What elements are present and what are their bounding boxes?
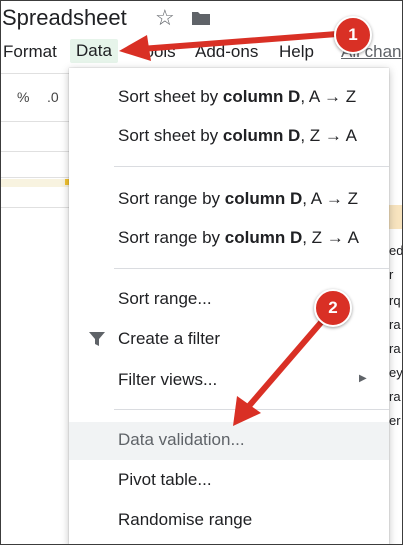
star-icon[interactable]: ☆ [155, 7, 175, 29]
menu-item-label: , Z → A [302, 228, 359, 247]
menu-tools[interactable]: Tools [136, 42, 176, 62]
menu-addons[interactable]: Add-ons [195, 42, 258, 62]
menu-separator [114, 409, 389, 410]
toolbar: % .0 [1, 79, 71, 119]
table-cell[interactable]: ra [389, 341, 401, 356]
menu-item-label: Sort range by [118, 228, 225, 247]
menu-item-label: , A → Z [302, 189, 358, 208]
annotation-badge-1: 1 [334, 16, 372, 54]
menu-item-label-bold: column D [222, 87, 301, 106]
menu-format[interactable]: Format [3, 42, 57, 62]
table-cell[interactable]: ra [389, 317, 401, 332]
menu-item-label-bold: column D [222, 126, 301, 145]
table-cell[interactable]: r [389, 267, 393, 282]
menu-item-sort-sheet-za[interactable]: Sort sheet by column D, Z → A [69, 118, 389, 154]
table-cell[interactable]: ed [389, 243, 402, 258]
percent-format-button[interactable]: % [17, 89, 29, 105]
app-window: Spreadsheet ☆ Format Data Tools Add-ons … [0, 0, 403, 545]
divider [1, 207, 71, 208]
annotation-badge-2: 2 [314, 289, 352, 327]
menu-item-label: Filter views... [118, 370, 218, 389]
folder-icon[interactable] [191, 10, 211, 26]
divider [1, 121, 71, 122]
divider [1, 151, 71, 152]
menu-item-label-bold: column D [224, 189, 303, 208]
menu-help[interactable]: Help [279, 42, 314, 62]
menu-item-filter-views[interactable]: Filter views... ▶ [69, 362, 389, 398]
column-header-cell[interactable] [387, 205, 402, 229]
table-cell[interactable]: ra [389, 389, 401, 404]
menu-item-label: Randomise range [118, 510, 253, 529]
divider [1, 73, 71, 74]
decimal-format-button[interactable]: .0 [47, 89, 59, 105]
menu-item-label: Pivot table... [118, 470, 212, 489]
menu-item-sort-range-za[interactable]: Sort range by column D, Z → A [69, 220, 389, 256]
selected-row-band [1, 179, 71, 187]
table-cell[interactable]: ey [389, 365, 402, 380]
filter-icon [89, 332, 105, 346]
menu-data[interactable]: Data [70, 39, 118, 63]
table-cell[interactable]: er [389, 413, 401, 428]
menu-item-randomise-range[interactable]: Randomise range [69, 502, 389, 538]
menu-item-label: Sort range... [118, 289, 212, 308]
menu-item-label: Sort range by [118, 189, 225, 208]
table-cell[interactable]: rq [389, 293, 401, 308]
menu-item-label: , A → Z [300, 87, 357, 106]
menu-item-label: Data validation... [118, 430, 245, 449]
menu-item-data-validation[interactable]: Data validation... [69, 422, 389, 460]
menu-item-label: Create a filter [118, 329, 221, 348]
document-title[interactable]: Spreadsheet [2, 5, 127, 31]
menu-separator [114, 268, 389, 269]
menu-item-create-filter[interactable]: Create a filter [69, 321, 389, 357]
menu-item-sort-range-az[interactable]: Sort range by column D, A → Z [69, 181, 389, 217]
menu-item-label: , Z → A [300, 126, 358, 145]
menu-item-pivot-table[interactable]: Pivot table... [69, 462, 389, 498]
divider [1, 177, 71, 178]
menu-separator [114, 166, 389, 167]
menu-item-label: Sort sheet by [118, 126, 223, 145]
menu-item-label-bold: column D [224, 228, 303, 247]
menu-item-sort-sheet-az[interactable]: Sort sheet by column D, A → Z [69, 79, 389, 115]
submenu-arrow-icon: ▶ [359, 373, 367, 384]
menu-item-label: Sort sheet by [118, 87, 223, 106]
